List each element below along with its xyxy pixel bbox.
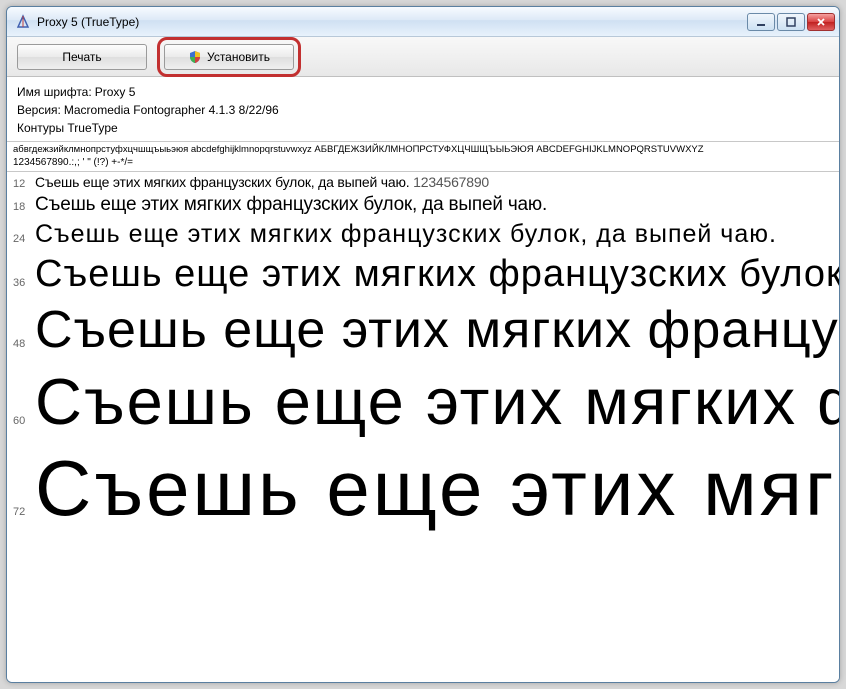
alphabet-line-2: 1234567890.:,; ' " (!?) +-*/=: [13, 156, 833, 169]
sample-line-48: 48 Съешь еще этих мягких французских бул…: [7, 298, 839, 362]
sample-text: Съешь еще этих мягких французских булок,…: [35, 300, 839, 360]
print-button-label: Печать: [62, 50, 101, 64]
sample-text: Съешь еще этих мягких французских булок,…: [35, 443, 839, 534]
font-name-value: Proxy 5: [95, 83, 136, 101]
window-controls: [747, 13, 835, 31]
version-label: Версия:: [17, 101, 61, 119]
maximize-button[interactable]: [777, 13, 805, 31]
version-value: Macromedia Fontographer 4.1.3 8/22/96: [64, 101, 279, 119]
sample-line-24: 24 Съешь еще этих мягких французских бул…: [7, 218, 839, 251]
alphabet-strip: абвгдежзийклмнопрстуфхцчшщъыьэюя abcdefg…: [7, 141, 839, 172]
sample-text: Съешь еще этих мягких французских булок,…: [35, 220, 777, 249]
window-title: Proxy 5 (TrueType): [37, 15, 747, 29]
sample-line-72: 72 Съешь еще этих мягких французских бул…: [7, 441, 839, 536]
toolbar: Печать Установить: [7, 37, 839, 77]
minimize-button[interactable]: [747, 13, 775, 31]
font-name-label: Имя шрифта:: [17, 83, 92, 101]
alphabet-line-1: абвгдежзийклмнопрстуфхцчшщъыьэюя abcdefg…: [13, 144, 833, 156]
print-button[interactable]: Печать: [17, 44, 147, 70]
size-label: 12: [13, 178, 35, 190]
sample-line-60: 60 Съешь еще этих мягких французских бул…: [7, 362, 839, 441]
maximize-icon: [786, 17, 796, 27]
app-icon: [15, 14, 31, 30]
close-icon: [816, 17, 826, 27]
font-metadata: Имя шрифта: Proxy 5 Версия: Macromedia F…: [7, 77, 839, 141]
sample-text: Съешь еще этих мягких французских булок,…: [35, 174, 489, 190]
sample-text: Съешь еще этих мягких французских булок,…: [35, 194, 547, 216]
minimize-icon: [756, 17, 766, 27]
size-label: 36: [13, 277, 35, 289]
size-label: 48: [13, 338, 35, 350]
uac-shield-icon: [188, 50, 202, 64]
size-label: 18: [13, 201, 35, 213]
size-label: 72: [13, 506, 35, 518]
sample-line-18: 18 Съешь еще этих мягких французских бул…: [7, 192, 839, 218]
size-label: 60: [13, 415, 35, 427]
font-preview-window: Proxy 5 (TrueType) Печать: [6, 6, 840, 683]
sample-text: Съешь еще этих мягких французских булок,…: [35, 253, 839, 296]
sample-line-36: 36 Съешь еще этих мягких французских бул…: [7, 251, 839, 298]
sample-text: Съешь еще этих мягких французских булок,…: [35, 364, 839, 439]
titlebar[interactable]: Proxy 5 (TrueType): [7, 7, 839, 37]
close-button[interactable]: [807, 13, 835, 31]
highlight-annotation: Установить: [157, 37, 301, 77]
install-button-label: Установить: [207, 50, 270, 64]
sample-line-12: 12 Съешь еще этих мягких французских бул…: [7, 172, 839, 192]
size-label: 24: [13, 233, 35, 245]
outlines-value: Контуры TrueType: [17, 119, 118, 137]
install-button[interactable]: Установить: [164, 44, 294, 70]
content-area: Имя шрифта: Proxy 5 Версия: Macromedia F…: [7, 77, 839, 682]
